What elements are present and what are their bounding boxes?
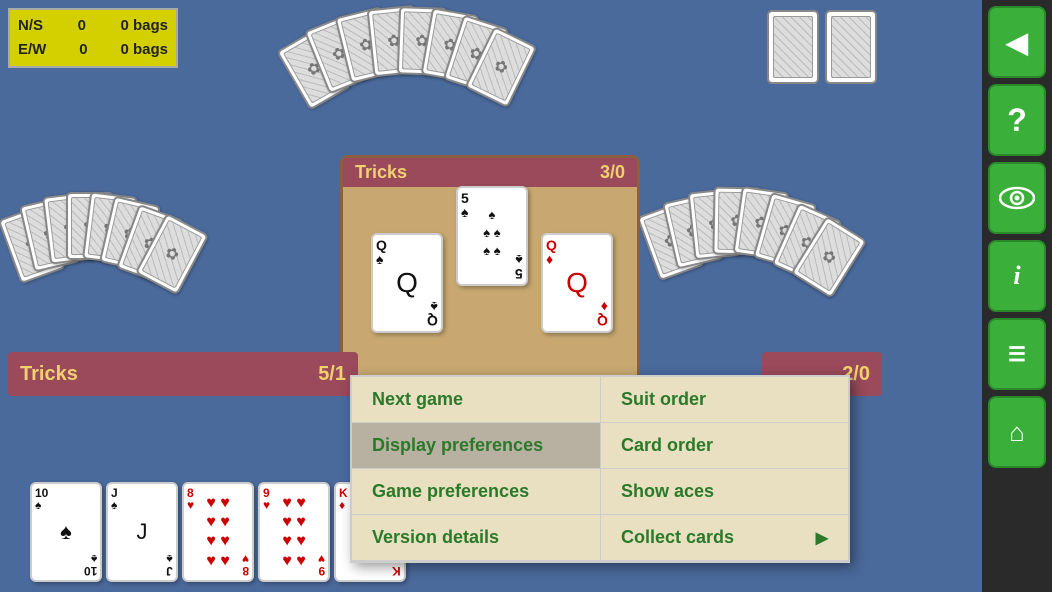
help-button[interactable]: ? [988,84,1046,156]
tricks-score: 3/0 [600,162,625,183]
menu-collect-cards[interactable]: Collect cards ▶ [600,515,848,561]
menu-grid: Next game Suit order Display preferences… [352,377,848,561]
north-hand: ✿ ✿ ✿ ✿ ✿ ✿ ✿ ✿ [280,5,530,125]
south-card-1[interactable]: 10♠ ♠ 10♠ [30,482,102,582]
east-hand: ✿ ✿ ✿ ✿ ✿ ✿ ✿ ✿ [647,185,877,305]
south-card-4[interactable]: 9♥ ♥ ♥♥ ♥♥ ♥♥ ♥ 9♥ [258,482,330,582]
card-qd-center: Q [566,267,588,299]
card-qs-bottom: Q♠ [427,300,438,328]
card-queen-diamonds: Q♦ Q Q♦ [541,233,613,333]
south-card-3[interactable]: 8♥ ♥ ♥♥ ♥♥ ♥♥ ♥ 8♥ [182,482,254,582]
south-card-2[interactable]: J♠ J J♠ [106,482,178,582]
back-button[interactable]: ◀ [988,6,1046,78]
card-qs-center: Q [396,267,418,299]
menu-next-game[interactable]: Next game [352,377,600,423]
ne-cards [767,10,877,84]
card-rank-bottom: 5♠ [515,253,523,281]
view-button[interactable] [988,162,1046,234]
card-qd-top: Q♦ [546,238,608,266]
ne-card-1 [767,10,819,84]
card-qd-bottom: Q♦ [597,300,608,328]
tricks-label: Tricks [355,162,407,183]
home-button[interactable]: ⌂ [988,396,1046,468]
tricks-bottom-score: 5/1 [318,363,346,386]
menu-button[interactable]: ☰ [988,318,1046,390]
menu-card-order[interactable]: Card order [600,423,848,469]
context-menu: Next game Suit order Display preferences… [350,375,850,563]
card-qs-top: Q♠ [376,238,438,266]
tricks-bottom-label: Tricks [20,363,78,386]
menu-suit-order[interactable]: Suit order [600,377,848,423]
info-button[interactable]: i [988,240,1046,312]
menu-display-pref[interactable]: Display preferences [352,423,600,469]
ne-card-2 [825,10,877,84]
right-panel: ◀ ? i ☰ ⌂ [982,0,1052,592]
game-area: ✿ ✿ ✿ ✿ ✿ ✿ ✿ ✿ ✿ ✿ ✿ ✿ ✿ ✿ ✿ ✿ ✿ ✿ ✿ ✿ … [0,0,982,592]
card-queen-spades: Q♠ Q Q♠ [371,233,443,333]
menu-show-aces[interactable]: Show aces [600,469,848,515]
tricks-header: Tricks 3/0 [343,158,637,187]
card-5-spades: 5♠ ♠♠ ♠♠ ♠ 5♠ [456,186,528,286]
tricks-bottom-left: Tricks 5/1 [8,352,358,396]
center-table: Tricks 3/0 5♠ ♠♠ ♠♠ ♠ 5♠ Q♠ Q Q♠ Q♦ Q Q♦ [340,155,640,385]
menu-game-pref[interactable]: Game preferences [352,469,600,515]
menu-version[interactable]: Version details [352,515,600,561]
menu-arrow-icon: ▶ [816,528,828,548]
west-hand: ✿ ✿ ✿ ✿ ✿ ✿ ✿ ✿ [8,190,228,310]
